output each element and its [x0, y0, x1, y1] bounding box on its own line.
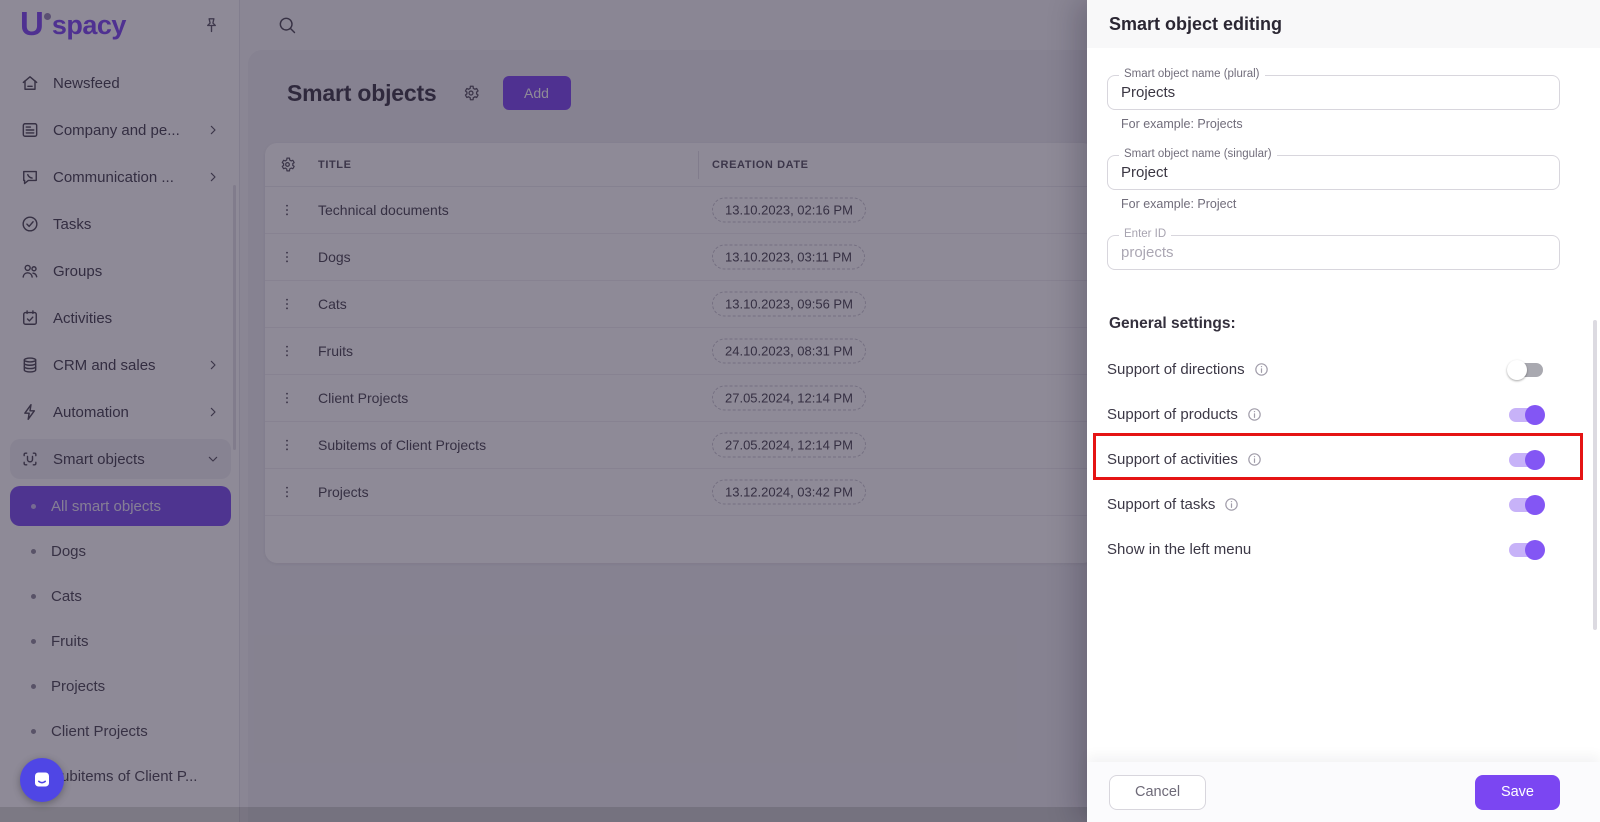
- toggle-switch-support-of-directions[interactable]: [1507, 359, 1543, 380]
- modal-dim-overlay: [0, 0, 1087, 822]
- toggle-label: Show in the left menu: [1107, 541, 1252, 558]
- field-label: Smart object name (plural): [1119, 68, 1265, 80]
- toggle-knob: [1525, 539, 1545, 560]
- input-smart-object-name-plural[interactable]: [1108, 76, 1559, 109]
- panel-title: Smart object editing: [1109, 13, 1283, 34]
- input-enter-id[interactable]: [1108, 236, 1559, 269]
- toggle-label: Support of tasks: [1107, 496, 1216, 513]
- field-label: Smart object name (singular): [1119, 148, 1277, 160]
- panel-scrollbar[interactable]: [1593, 320, 1597, 630]
- toggle-switch-support-of-activities[interactable]: [1509, 449, 1545, 470]
- toggle-row-show-in-the-left-menu: Show in the left menu: [1107, 527, 1580, 572]
- general-settings-heading: General settings:: [1109, 315, 1236, 332]
- toggle-switch-show-in-the-left-menu[interactable]: [1509, 539, 1545, 560]
- cancel-button[interactable]: Cancel: [1109, 774, 1207, 810]
- field-helper-text: For example: Project: [1121, 197, 1237, 211]
- toggle-knob: [1507, 359, 1527, 380]
- general-settings-toggles: Support of directions Support of products…: [1107, 347, 1580, 572]
- info-icon[interactable]: [1223, 496, 1240, 513]
- toggle-switch-support-of-products[interactable]: [1509, 404, 1545, 425]
- field-helper-text: [1121, 277, 1580, 291]
- info-icon[interactable]: [1246, 451, 1263, 468]
- toggle-row-support-of-tasks: Support of tasks: [1107, 482, 1580, 527]
- info-icon[interactable]: [1246, 406, 1263, 423]
- toggle-row-support-of-activities: Support of activities: [1107, 437, 1580, 482]
- input-smart-object-name-singular[interactable]: [1108, 156, 1559, 189]
- field-smart-object-name-singular: Smart object name (singular): [1107, 148, 1560, 190]
- toggle-label: Support of activities: [1107, 451, 1238, 468]
- toggle-knob: [1525, 449, 1545, 470]
- field-enter-id: Enter ID: [1107, 228, 1560, 270]
- toggle-knob: [1525, 404, 1545, 425]
- toggle-row-support-of-directions: Support of directions: [1107, 347, 1580, 392]
- toggle-switch-support-of-tasks[interactable]: [1509, 494, 1545, 515]
- chat-launcher-button[interactable]: [20, 758, 64, 802]
- panel-header: Smart object editing: [1087, 0, 1600, 48]
- toggle-label: Support of products: [1107, 406, 1238, 423]
- toggle-label: Support of directions: [1107, 361, 1245, 378]
- save-button[interactable]: Save: [1474, 774, 1560, 810]
- field-smart-object-name-plural: Smart object name (plural): [1107, 68, 1560, 110]
- chat-bubble-icon: [30, 768, 54, 792]
- panel-footer: Cancel Save: [1087, 762, 1600, 822]
- field-helper-text: For example: Projects: [1121, 117, 1243, 131]
- toggle-row-support-of-products: Support of products: [1107, 392, 1580, 437]
- smart-object-editing-panel: Smart object editing Smart object name (…: [1087, 0, 1600, 822]
- field-label: Enter ID: [1119, 228, 1172, 240]
- bottom-scroll-strip: [0, 807, 1087, 822]
- panel-fields: Smart object name (plural) For example: P…: [1107, 68, 1580, 291]
- info-icon[interactable]: [1253, 361, 1270, 378]
- toggle-knob: [1525, 494, 1545, 515]
